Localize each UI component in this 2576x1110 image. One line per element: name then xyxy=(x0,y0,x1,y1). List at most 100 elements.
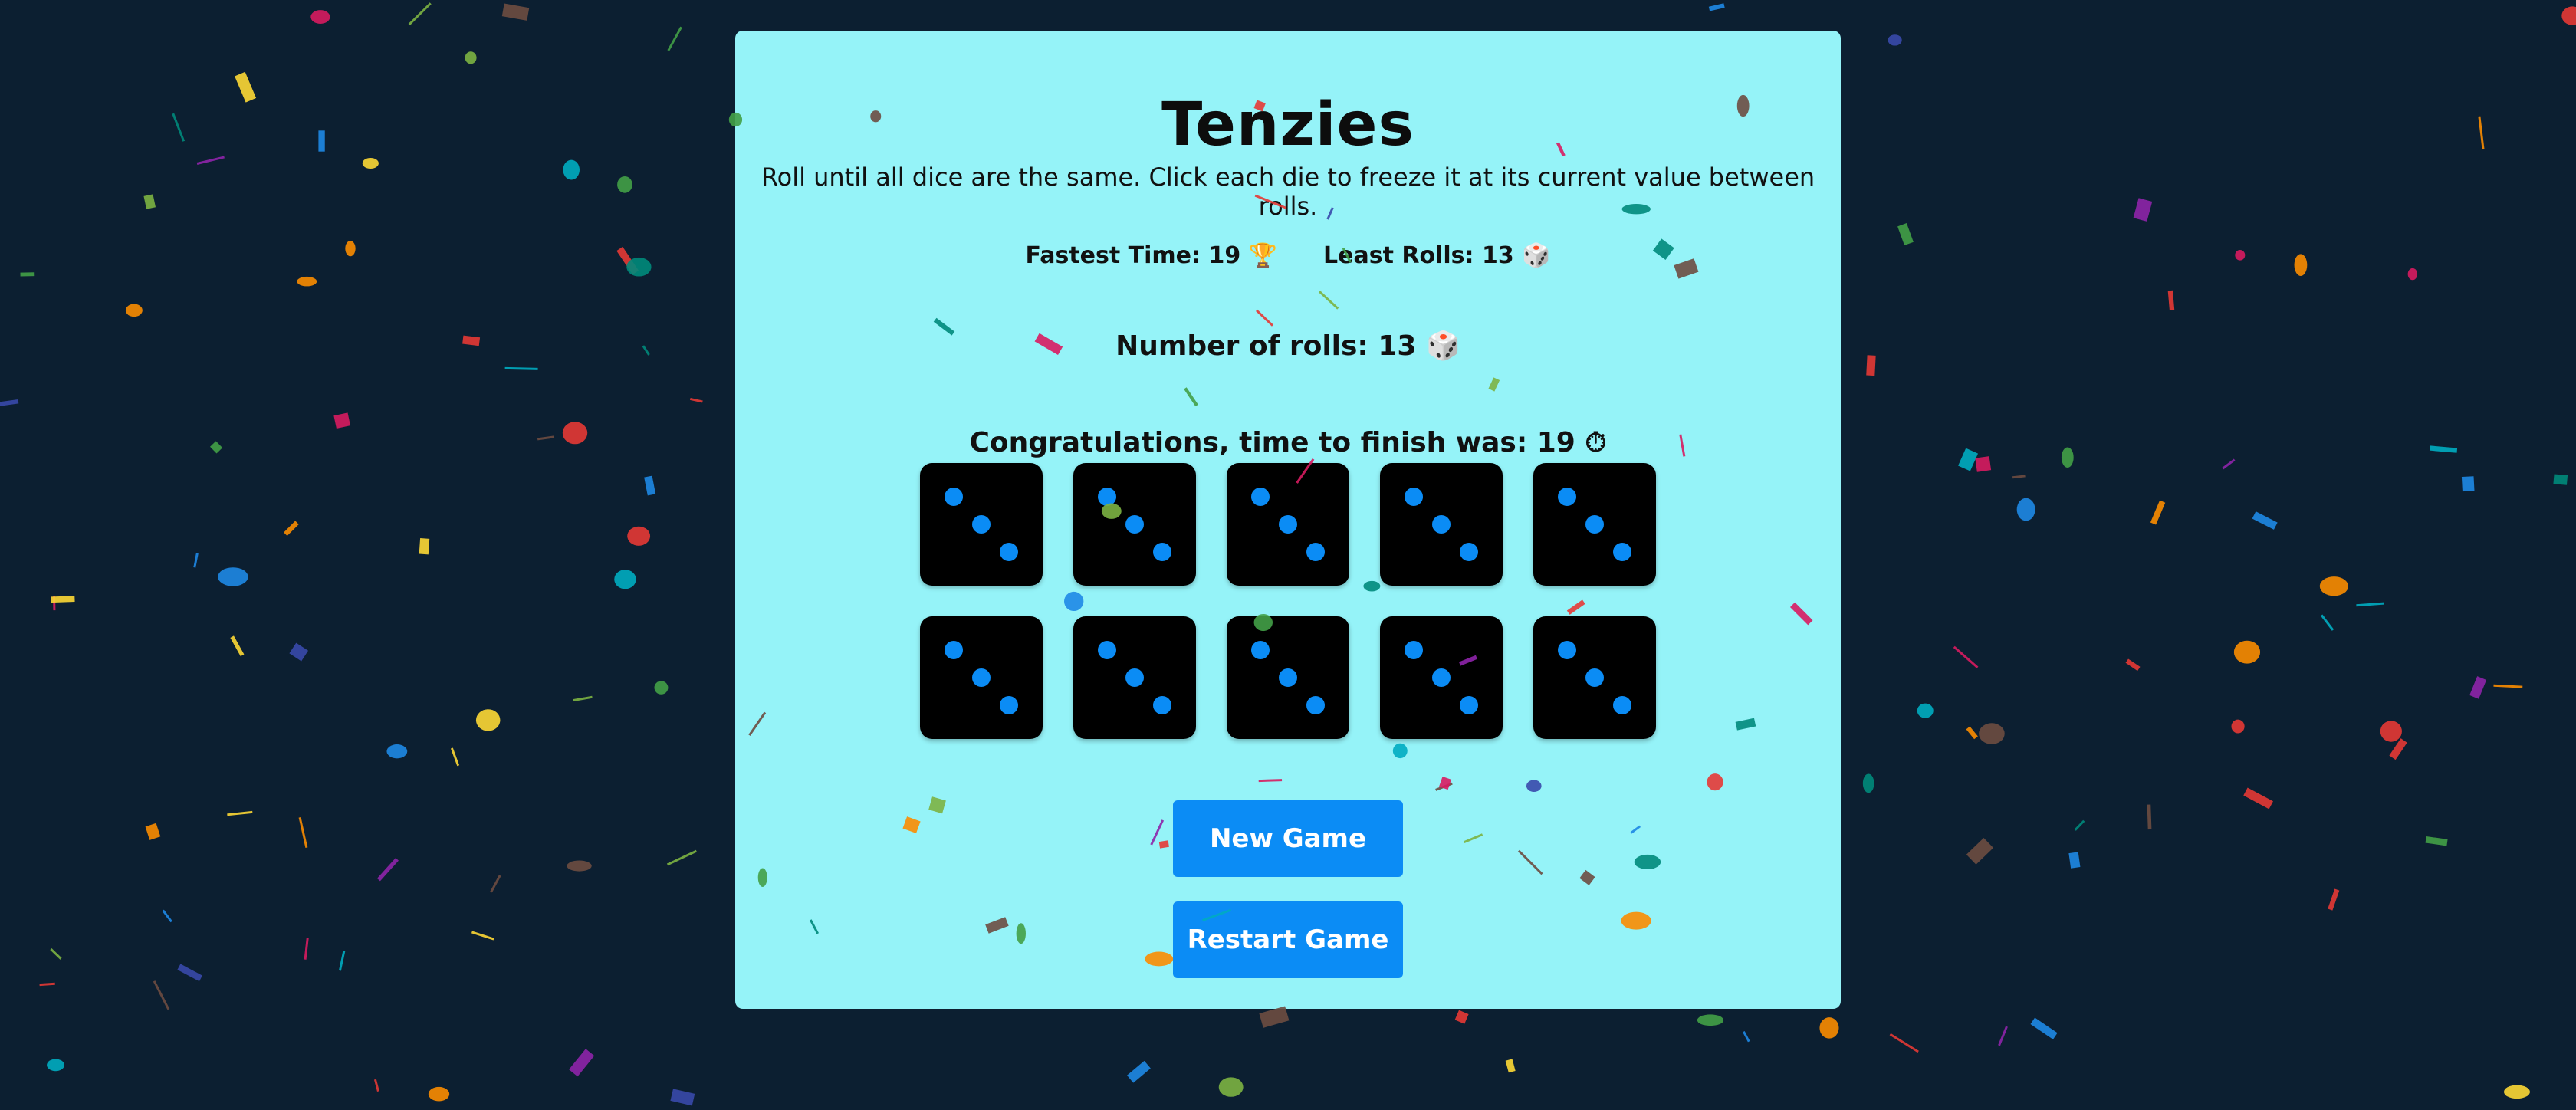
confetti-piece xyxy=(475,709,501,731)
die-pip xyxy=(1153,696,1171,714)
confetti-piece xyxy=(1975,456,1992,472)
confetti-piece xyxy=(2222,458,2236,470)
best-stats: Fastest Time: 19 🏆 Least Rolls: 13 🎲 xyxy=(735,242,1841,269)
confetti-piece xyxy=(428,1086,450,1102)
die-pip xyxy=(972,515,991,534)
confetti-piece xyxy=(284,521,299,537)
die[interactable] xyxy=(1533,616,1656,739)
confetti-piece xyxy=(2294,254,2308,276)
confetti-piece xyxy=(419,537,430,555)
confetti-piece xyxy=(20,272,35,277)
congratulations-message: Congratulations, time to finish was: 19 … xyxy=(735,427,1841,459)
confetti-piece xyxy=(1819,1017,1839,1039)
confetti-piece xyxy=(462,335,481,346)
die-pip xyxy=(1125,668,1144,687)
stopwatch-icon: ⏱ xyxy=(1585,427,1607,458)
confetti-piece xyxy=(2356,602,2384,607)
confetti-piece xyxy=(617,176,632,193)
confetti-piece xyxy=(2553,474,2568,485)
die-pip xyxy=(1558,488,1576,506)
fastest-time-label: Fastest Time: 19 xyxy=(1025,242,1241,269)
confetti-piece xyxy=(569,1049,595,1077)
confetti-piece xyxy=(450,747,460,767)
confetti-piece xyxy=(1743,1031,1750,1043)
new-game-button[interactable]: New Game xyxy=(1173,800,1403,877)
die-pip xyxy=(1585,668,1604,687)
confetti-piece xyxy=(298,816,308,849)
die[interactable] xyxy=(1380,463,1503,586)
confetti-piece xyxy=(386,744,408,759)
die-pip xyxy=(945,488,963,506)
confetti-piece xyxy=(1979,723,2005,744)
die[interactable] xyxy=(1380,616,1503,739)
confetti-piece xyxy=(2328,888,2340,911)
confetti-piece xyxy=(1866,355,1876,376)
confetti-piece xyxy=(376,858,399,882)
die-pip xyxy=(1279,668,1297,687)
confetti-piece xyxy=(51,596,75,603)
die-pip xyxy=(1460,543,1478,561)
confetti-piece xyxy=(2461,476,2475,492)
confetti-piece xyxy=(1917,703,1934,718)
confetti-piece xyxy=(1259,1006,1290,1028)
confetti-piece xyxy=(2252,511,2278,530)
confetti-piece xyxy=(47,1059,64,1072)
die-pip xyxy=(1558,641,1576,659)
confetti-piece xyxy=(2493,684,2523,688)
confetti-piece xyxy=(153,980,170,1010)
confetti-piece xyxy=(654,681,669,695)
confetti-piece xyxy=(218,567,248,586)
die[interactable] xyxy=(1073,616,1196,739)
confetti-piece xyxy=(2469,676,2487,699)
die-pip xyxy=(1460,696,1478,714)
instructions-text: Roll until all dice are the same. Click … xyxy=(761,163,1815,221)
die-pip xyxy=(1153,543,1171,561)
confetti-piece xyxy=(666,849,698,866)
confetti-piece xyxy=(310,10,330,24)
confetti-piece xyxy=(2061,447,2074,468)
confetti-piece xyxy=(563,159,580,180)
confetti-piece xyxy=(1998,1026,2008,1046)
confetti-piece xyxy=(2012,475,2026,479)
confetti-piece xyxy=(562,422,588,445)
confetti-piece xyxy=(1505,1059,1516,1073)
confetti-piece xyxy=(2167,290,2175,310)
die-pip xyxy=(1613,543,1631,561)
die[interactable] xyxy=(920,616,1043,739)
die-pip xyxy=(1613,696,1631,714)
die[interactable] xyxy=(1227,616,1349,739)
confetti-piece xyxy=(1218,1077,1244,1097)
die[interactable] xyxy=(1227,463,1349,586)
confetti-piece xyxy=(537,435,555,441)
confetti-piece xyxy=(2074,819,2085,831)
confetti-piece xyxy=(2320,614,2334,631)
die[interactable] xyxy=(920,463,1043,586)
die-pip xyxy=(972,668,991,687)
confetti-piece xyxy=(1127,1060,1151,1083)
confetti-piece xyxy=(2389,738,2407,760)
confetti-piece xyxy=(125,304,143,317)
confetti-piece xyxy=(162,909,172,923)
die-pip xyxy=(1000,543,1018,561)
confetti-piece xyxy=(318,130,325,152)
confetti-piece xyxy=(289,642,309,662)
die-pip xyxy=(1251,488,1270,506)
die-pip xyxy=(1432,515,1451,534)
confetti-piece xyxy=(471,931,495,941)
confetti-piece xyxy=(408,2,432,26)
die[interactable] xyxy=(1073,463,1196,586)
confetti-piece xyxy=(210,441,223,454)
restart-game-button[interactable]: Restart Game xyxy=(1173,901,1403,978)
fastest-time-stat: Fastest Time: 19 🏆 xyxy=(1025,242,1277,269)
die[interactable] xyxy=(1533,463,1656,586)
confetti-piece xyxy=(2561,6,2576,25)
confetti-piece xyxy=(644,475,656,496)
die-pip xyxy=(945,641,963,659)
confetti-piece xyxy=(143,194,156,209)
trophy-icon: 🏆 xyxy=(1248,242,1278,269)
confetti-piece xyxy=(2231,719,2245,734)
dice-icon: 🎲 xyxy=(1522,242,1551,269)
confetti-piece xyxy=(2125,658,2141,672)
screen: Tenzies Roll until all dice are the same… xyxy=(0,0,2576,1110)
confetti-piece xyxy=(1888,34,1902,46)
